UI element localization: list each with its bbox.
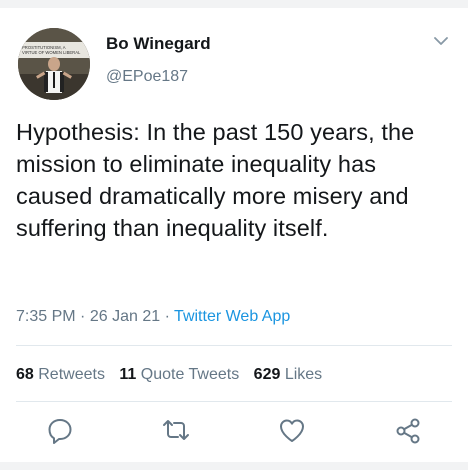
- likes-count: 629: [253, 366, 281, 383]
- tweet-date[interactable]: 26 Jan 21: [90, 308, 160, 325]
- reply-icon[interactable]: [44, 414, 76, 446]
- retweets-count: 68: [16, 366, 34, 383]
- meta-separator-2: ·: [164, 308, 170, 325]
- divider: [16, 401, 452, 402]
- top-separator: [0, 0, 468, 8]
- quote-tweets-stat[interactable]: 11 Quote Tweets: [119, 366, 239, 383]
- chevron-down-icon[interactable]: [434, 36, 448, 46]
- source-app-link[interactable]: Twitter Web App: [174, 308, 290, 325]
- bottom-separator: [0, 462, 468, 470]
- retweet-icon[interactable]: [160, 414, 192, 446]
- tweet-stats: 68 Retweets 11 Quote Tweets 629 Likes: [16, 366, 332, 384]
- tweet-meta: 7:35 PM · 26 Jan 21 · Twitter Web App: [16, 308, 290, 326]
- avatar[interactable]: PROSTITUTIONISM, A VIRTUE OF WOMEN LIBER…: [18, 28, 90, 100]
- avatar-sign-line-2: VIRTUE OF WOMEN LIBERAL: [22, 50, 81, 55]
- quote-tweets-label: Quote Tweets: [140, 366, 240, 383]
- display-name[interactable]: Bo Winegard: [106, 34, 211, 54]
- retweets-stat[interactable]: 68 Retweets: [16, 366, 105, 383]
- divider: [16, 345, 452, 346]
- tweet-text: Hypothesis: In the past 150 years, the m…: [16, 119, 415, 241]
- share-icon[interactable]: [392, 414, 424, 446]
- user-handle[interactable]: @EPoe187: [106, 68, 188, 86]
- retweets-label: Retweets: [38, 366, 105, 383]
- meta-separator: ·: [80, 308, 86, 325]
- tweet-time[interactable]: 7:35 PM: [16, 308, 76, 325]
- like-icon[interactable]: [276, 414, 308, 446]
- avatar-image: PROSTITUTIONISM, A VIRTUE OF WOMEN LIBER…: [18, 28, 90, 100]
- likes-stat[interactable]: 629 Likes: [254, 366, 323, 383]
- quote-tweets-count: 11: [119, 366, 137, 383]
- action-bar: [0, 414, 468, 448]
- likes-label: Likes: [284, 366, 323, 383]
